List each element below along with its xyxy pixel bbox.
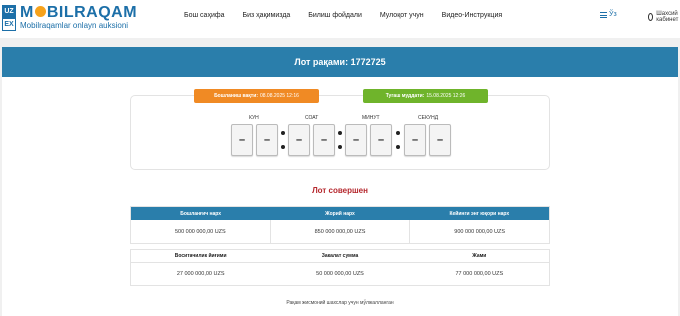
colon-separator: [396, 131, 400, 149]
minutes-label: МИНУТ: [362, 115, 380, 121]
countdown-box: Бошланиш вақти: 08.08.2025 12:16 Тугаш м…: [130, 89, 550, 170]
start-time-label: Бошланиш вақти:: [214, 93, 258, 99]
nav-video-instruction[interactable]: Видео-Инструкция: [442, 12, 502, 19]
starting-price-value: 500 000 000,00 UZS: [174, 228, 226, 235]
logo-title: M BILRAQAM: [20, 4, 138, 21]
price-table-header: Бошланғич нарх Жорий нарх Кейинги энг юқ…: [131, 207, 549, 220]
end-time-badge: Тугаш муддати: 15.08.2025 12:26: [363, 89, 488, 103]
current-price-header: Жорий нарх: [325, 210, 355, 217]
days-label: КУН: [249, 115, 259, 121]
commission-header: Воситачилик йиғими: [174, 253, 227, 259]
hours-digit-1: –: [288, 124, 310, 156]
deposit-header: Закалат сумма: [321, 253, 359, 259]
logo[interactable]: UZ EX M BILRAQAM Mobilraqamlar onlayn auk…: [2, 5, 137, 31]
start-time-badge: Бошланиш вақти: 08.08.2025 12:16: [194, 89, 319, 103]
language-label: Ўз: [609, 11, 617, 18]
lot-number: Лот рақами: 1772725: [294, 57, 386, 67]
seconds-digit-2: –: [429, 124, 451, 156]
end-time-label: Тугаш муддати:: [385, 93, 425, 99]
days-digit-1: –: [231, 124, 253, 156]
deposit-value: 50 000 000,00 UZS: [316, 271, 364, 277]
nav-about[interactable]: Биз ҳақимизда: [243, 12, 291, 19]
fee-table-row: 27 000 000,00 UZS 50 000 000,00 UZS 77 0…: [131, 263, 549, 285]
logo-text: M BILRAQAM Mobilraqamlar onlayn auksioni: [20, 5, 137, 31]
header: UZ EX M BILRAQAM Mobilraqamlar onlayn auk…: [0, 0, 680, 38]
cabinet-label: Шахсий кабинет: [656, 11, 679, 23]
logo-dot-icon: [34, 6, 46, 17]
logo-mark-top: UZ: [2, 5, 16, 18]
hours-label: СОАТ: [305, 115, 319, 121]
lot-number-bar: Лот рақами: 1772725: [2, 47, 678, 77]
price-table-row: 500 000 000,00 UZS 850 000 000,00 UZS 90…: [131, 220, 549, 243]
language-switcher[interactable]: Ўз: [600, 11, 617, 18]
nav-contact[interactable]: Мулоқот учун: [380, 12, 424, 19]
colon-separator: [281, 131, 285, 149]
next-highest-price-header: Кейинги энг юқори нарх: [449, 210, 510, 217]
hours-digit-2: –: [313, 124, 335, 156]
colon-separator: [338, 131, 342, 149]
fee-table: Воситачилик йиғими Закалат сумма Жами 27…: [130, 249, 550, 286]
individuals-note: Рақам жисмоний шахслар учун мўлжалланган: [286, 300, 394, 306]
current-price-value: 850 000 000,00 UZS: [269, 220, 410, 243]
user-icon: [648, 13, 654, 21]
days-digit-2: –: [256, 124, 278, 156]
starting-price-header: Бошланғич нарх: [180, 210, 222, 217]
seconds-digit-1: –: [404, 124, 426, 156]
next-highest-price-value: 900 000 000,00 UZS: [409, 220, 549, 243]
total-header: Жами: [472, 253, 487, 259]
nav-useful[interactable]: Билиш фойдали: [308, 12, 362, 19]
minutes-digit-2: –: [370, 124, 392, 156]
end-time-value: 15.08.2025 12:26: [426, 93, 466, 99]
lot-status: Лот совершен: [312, 186, 368, 195]
start-time-value: 08.08.2025 12:16: [259, 93, 299, 99]
price-table: Бошланғич нарх Жорий нарх Кейинги энг юқ…: [130, 206, 550, 244]
main-nav: Бош саҳифа Биз ҳақимизда Билиш фойдали М…: [184, 12, 502, 19]
nav-home[interactable]: Бош саҳифа: [184, 12, 225, 19]
menu-lines-icon: [600, 11, 607, 18]
lot-card: Лот рақами: 1772725 Бошланиш вақти: 08.0…: [2, 47, 678, 316]
seconds-label: СЕКУНД: [418, 115, 439, 121]
total-value: 77 000 000,00 UZS: [455, 271, 504, 277]
logo-subtitle: Mobilraqamlar onlayn auksioni: [20, 21, 129, 30]
fee-table-header: Воситачилик йиғими Закалат сумма Жами: [131, 250, 549, 263]
logo-mark-bottom: EX: [2, 18, 16, 31]
commission-value: 27 000 000,00 UZS: [176, 271, 225, 277]
personal-cabinet-link[interactable]: Шахсий кабинет: [648, 11, 680, 23]
logo-mark: UZ EX: [2, 5, 16, 31]
minutes-digit-1: –: [345, 124, 367, 156]
